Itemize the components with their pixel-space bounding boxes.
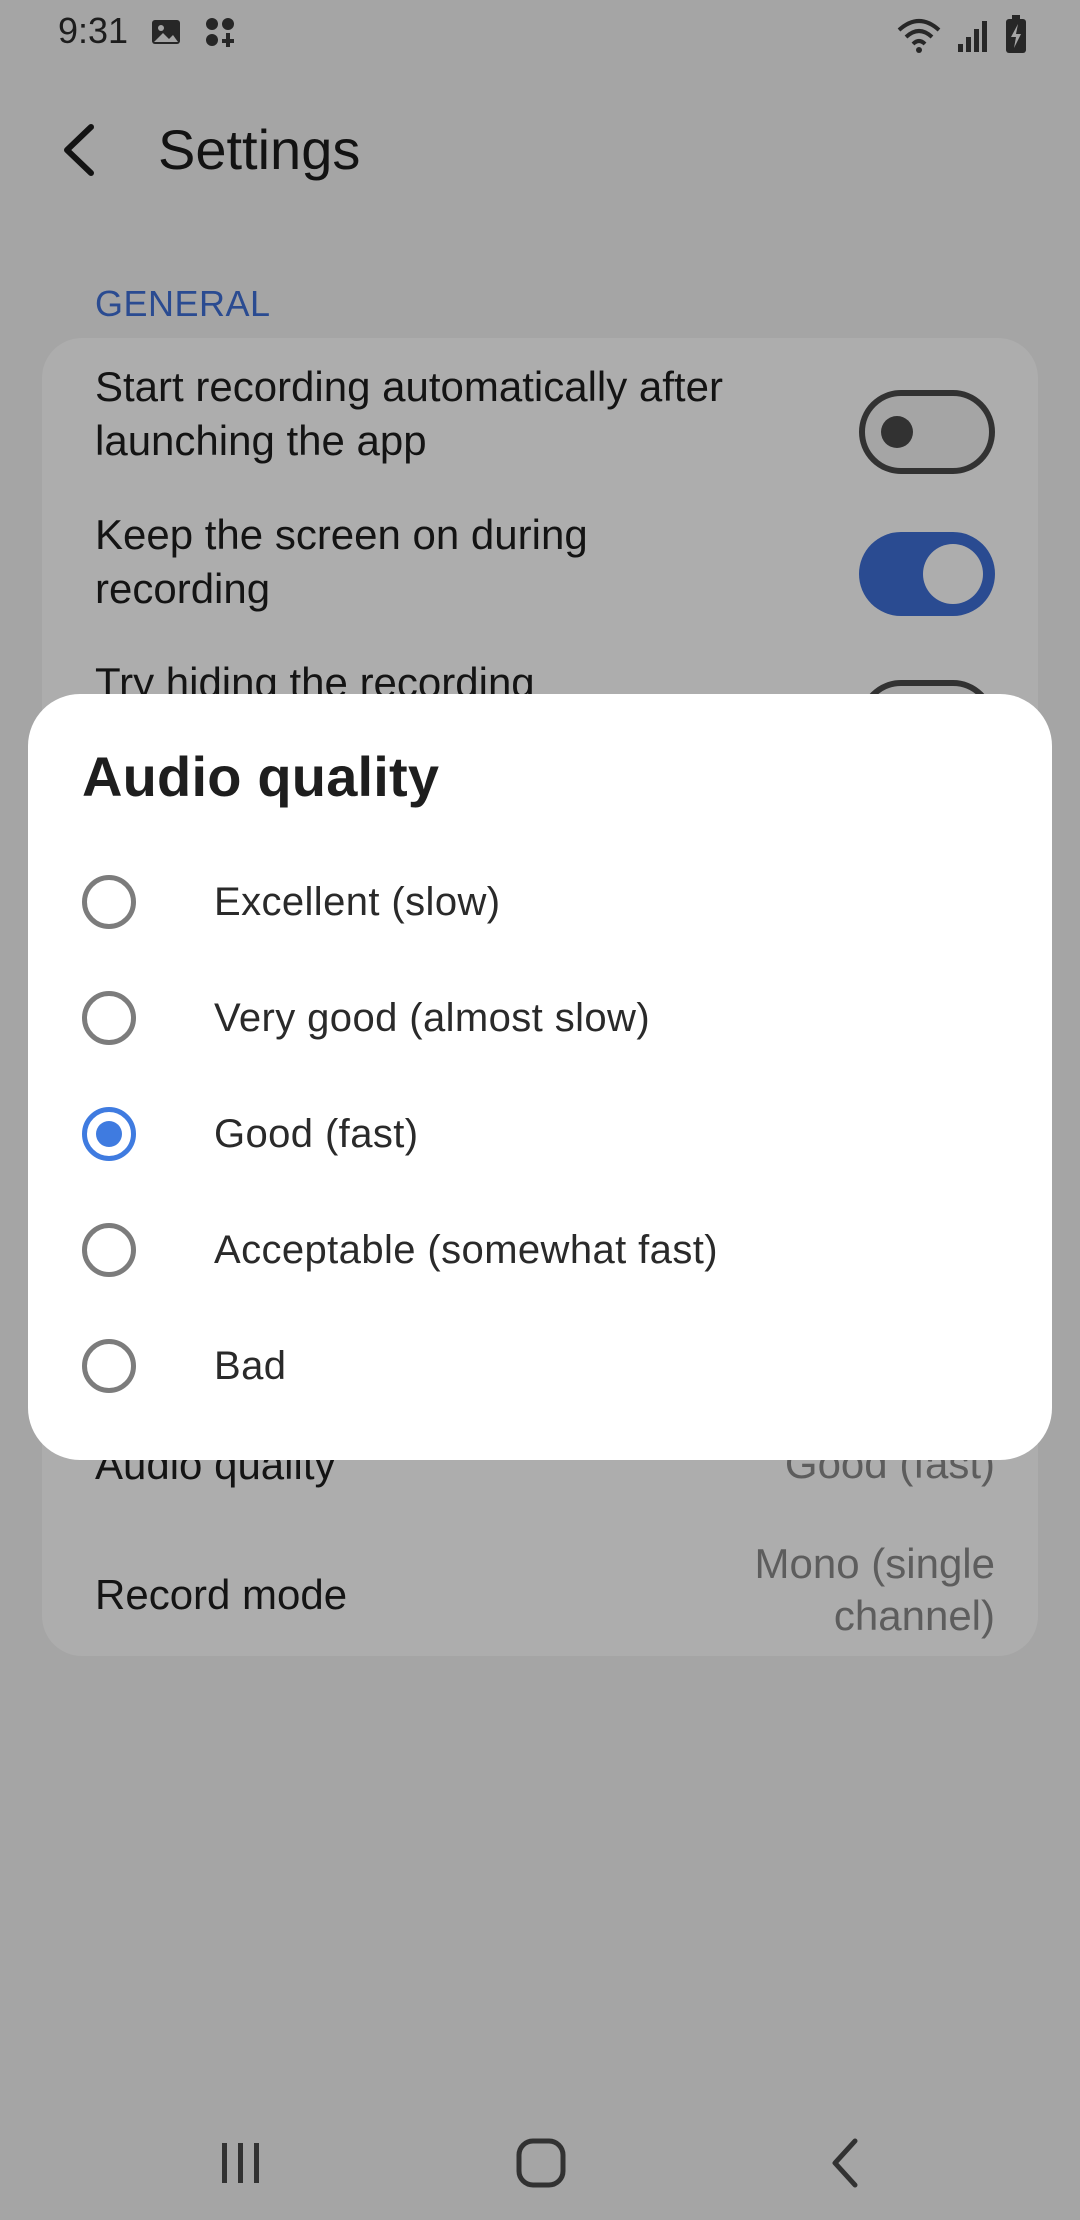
radio-group: Excellent (slow) Very good (almost slow)… (82, 844, 1012, 1424)
radio-button-selected[interactable] (82, 1107, 136, 1161)
option-very-good[interactable]: Very good (almost slow) (82, 960, 1012, 1076)
option-label: Excellent (slow) (214, 879, 501, 924)
radio-button[interactable] (82, 1339, 136, 1393)
option-acceptable[interactable]: Acceptable (somewhat fast) (82, 1192, 1012, 1308)
radio-button[interactable] (82, 991, 136, 1045)
radio-button[interactable] (82, 1223, 136, 1277)
audio-quality-dialog: Audio quality Excellent (slow) Very good… (28, 694, 1052, 1460)
option-label: Acceptable (somewhat fast) (214, 1227, 718, 1272)
dialog-title: Audio quality (82, 745, 440, 808)
option-bad[interactable]: Bad (82, 1308, 1012, 1424)
option-label: Good (fast) (214, 1111, 419, 1156)
radio-button[interactable] (82, 875, 136, 929)
option-good[interactable]: Good (fast) (82, 1076, 1012, 1192)
option-excellent[interactable]: Excellent (slow) (82, 844, 1012, 960)
option-label: Bad (214, 1343, 287, 1388)
option-label: Very good (almost slow) (214, 995, 651, 1040)
